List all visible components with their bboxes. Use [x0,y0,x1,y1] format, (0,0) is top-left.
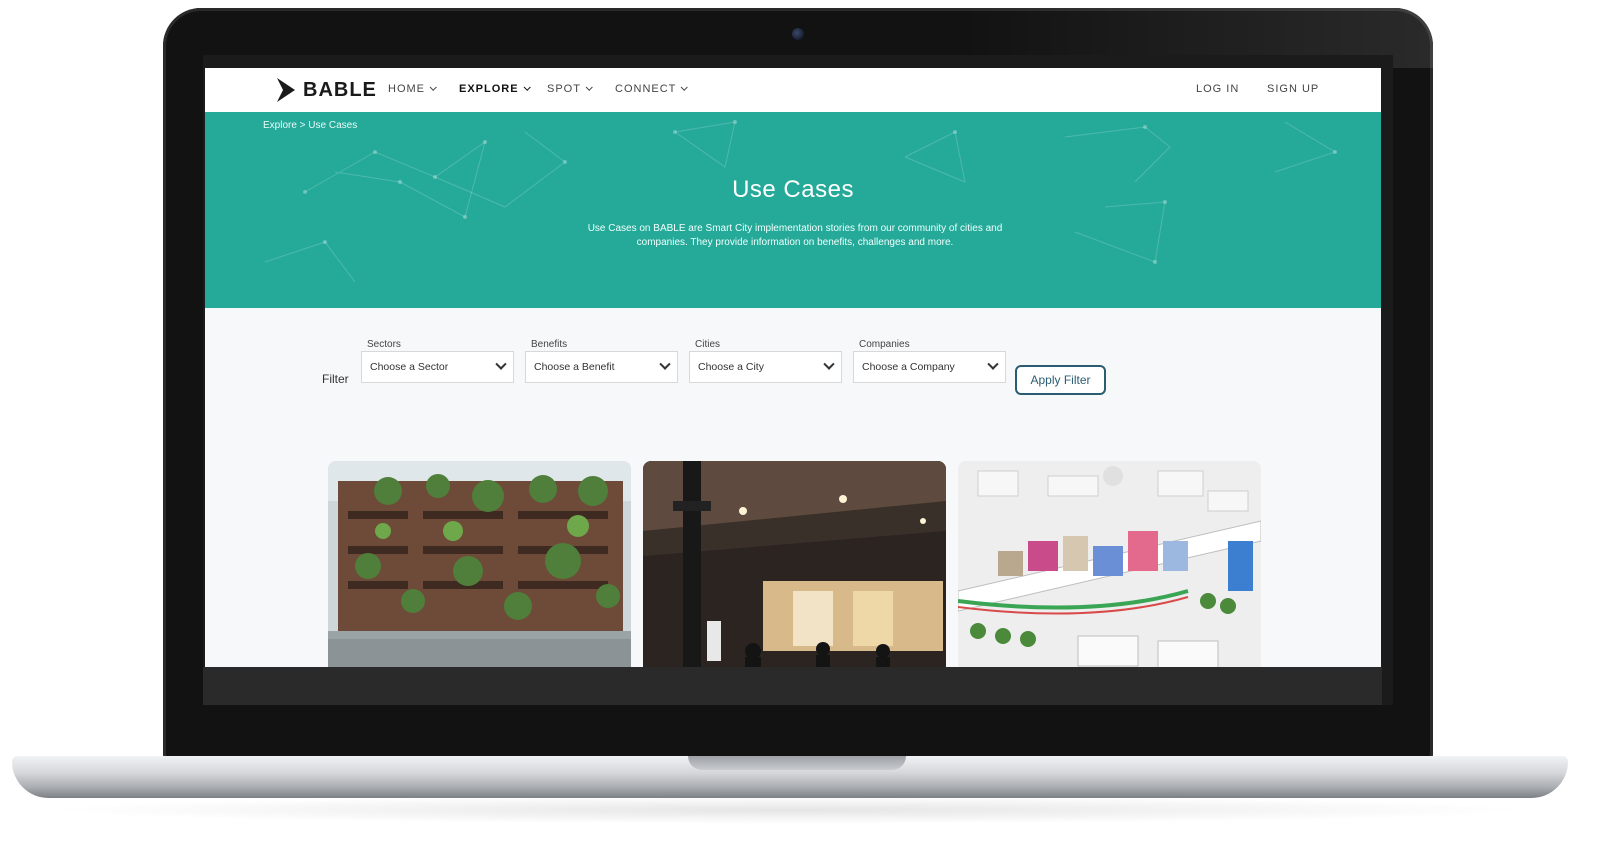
brand-name: BABLE [303,78,377,101]
signup-link[interactable]: SIGN UP [1267,83,1319,95]
nav-connect[interactable]: CONNECT [615,83,689,95]
hero-banner: Explore > Use Cases Use Cases Use Cases … [205,112,1381,308]
chevron-down-icon [987,358,999,370]
filter-sectors: Sectors Choose a Sector [361,339,514,383]
chevron-down-icon [495,358,507,370]
chevron-down-icon [429,83,437,91]
nav-connect-label: CONNECT [615,83,677,95]
cities-select-value: Choose a City [698,361,764,373]
bable-logo[interactable]: BABLE [275,76,377,104]
chevron-down-icon [659,358,671,370]
nav-home[interactable]: HOME [388,83,437,95]
laptop-mockup: BABLE HOME EXPLORE SPOT CONNECT LOG IN S… [0,0,1609,850]
sectors-select[interactable]: Choose a Sector [361,351,514,383]
page-description: Use Cases on BABLE are Smart City implem… [587,223,1003,248]
laptop-base-notch [688,756,906,770]
companies-select-value: Choose a Company [862,361,955,373]
chevron-down-icon [823,358,835,370]
chevron-down-icon [681,83,689,91]
screen-chin [203,667,1382,705]
laptop-shadow [40,796,1540,824]
apply-filter-button[interactable]: Apply Filter [1015,365,1106,395]
filter-cities-label: Cities [695,339,721,350]
filter-benefits: Benefits Choose a Benefit [525,339,678,383]
nav-spot[interactable]: SPOT [547,83,593,95]
use-case-card[interactable] [643,461,946,667]
chevron-down-icon [523,83,531,91]
use-case-card[interactable] [328,461,631,667]
sectors-select-value: Choose a Sector [370,361,449,373]
benefits-select-value: Choose a Benefit [534,361,615,373]
filter-companies-label: Companies [859,339,910,350]
network-pattern-decoration [264,120,1337,283]
chevron-down-icon [585,83,593,91]
cities-select[interactable]: Choose a City [689,351,842,383]
filter-sectors-label: Sectors [367,339,401,350]
breadcrumb[interactable]: Explore > Use Cases [263,120,357,131]
train-station-image [643,461,946,667]
page-title: Use Cases [732,176,854,203]
webcam-icon [792,28,804,40]
filter-benefits-label: Benefits [531,339,568,350]
nav-spot-label: SPOT [547,83,581,95]
nav-explore[interactable]: EXPLORE [459,83,531,95]
benefits-select[interactable]: Choose a Benefit [525,351,678,383]
browser-viewport: BABLE HOME EXPLORE SPOT CONNECT LOG IN S… [205,68,1381,667]
filter-label: Filter [322,372,349,386]
green-building-image [328,461,631,667]
filter-cities: Cities Choose a City [689,339,842,383]
nav-home-label: HOME [388,83,425,95]
nav-explore-label: EXPLORE [459,83,519,95]
top-navbar: BABLE HOME EXPLORE SPOT CONNECT LOG IN S… [205,68,1381,112]
isometric-city-image [958,461,1261,667]
bable-logo-icon [277,78,295,102]
use-case-card[interactable] [958,461,1261,667]
companies-select[interactable]: Choose a Company [853,351,1006,383]
filter-companies: Companies Choose a Company [853,339,1006,383]
login-link[interactable]: LOG IN [1196,83,1239,95]
